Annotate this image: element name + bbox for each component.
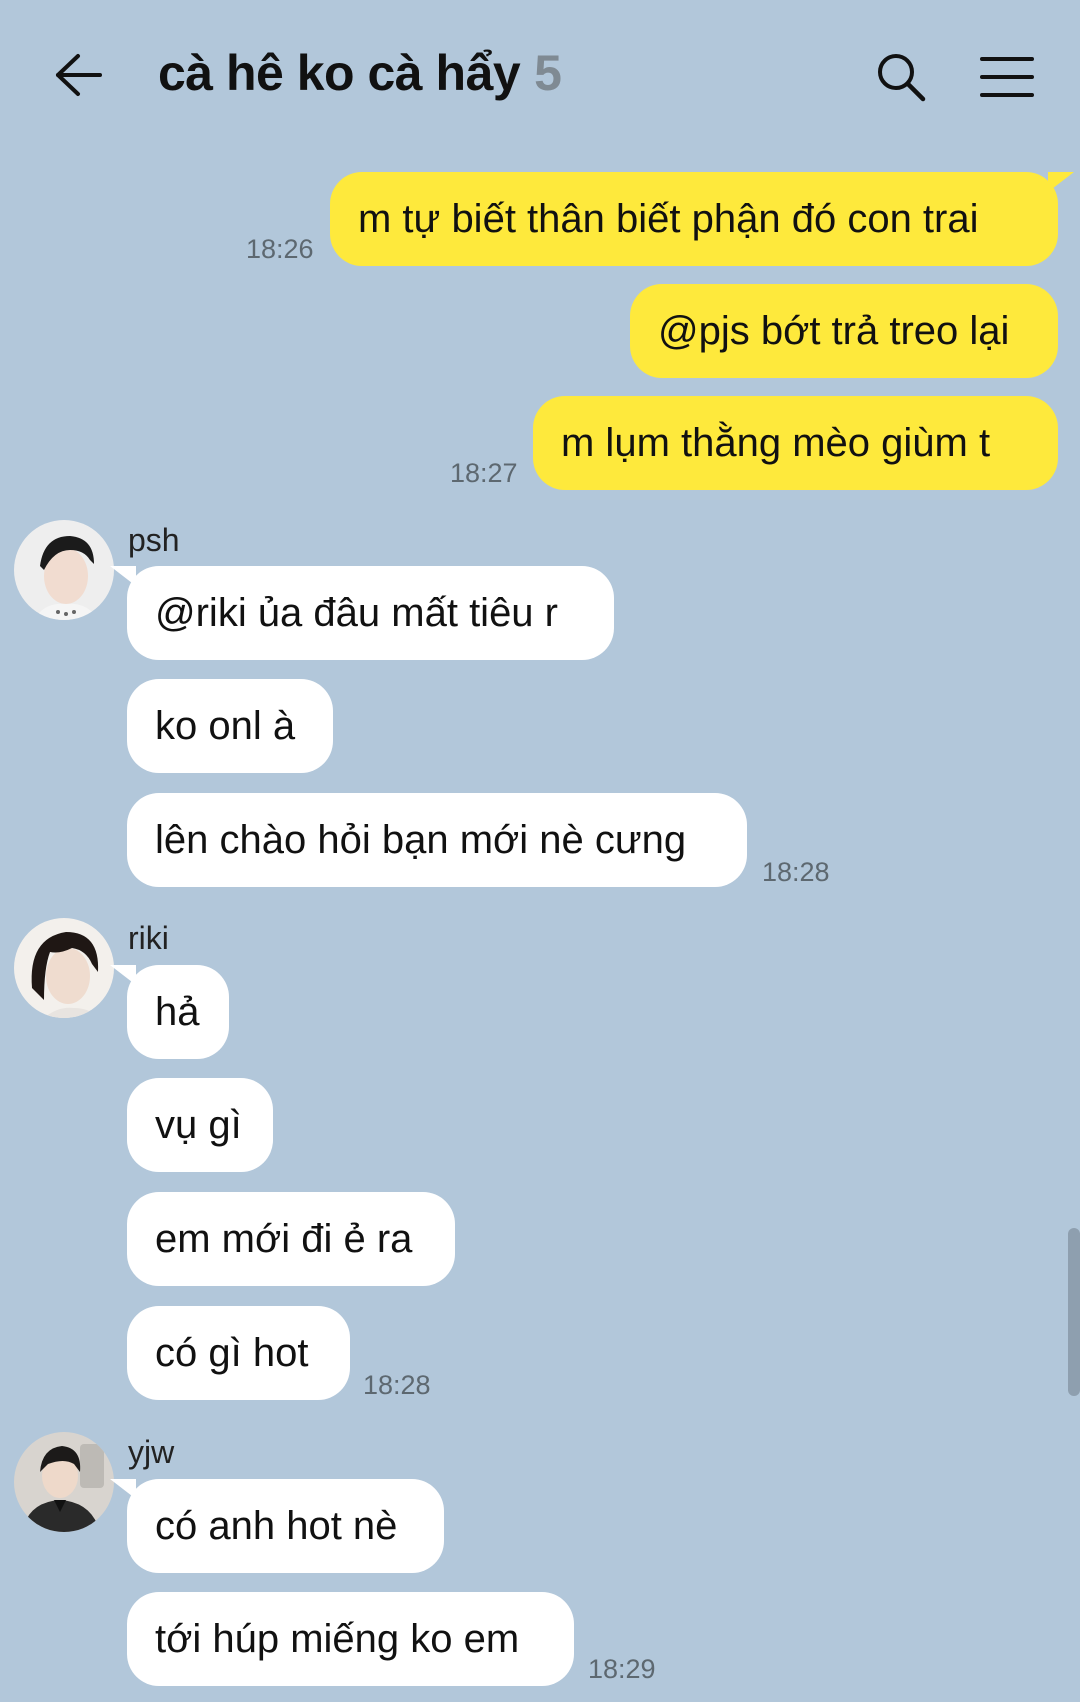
outgoing-message-bubble[interactable]: m tự biết thân biết phận đó con trai bbox=[330, 172, 1058, 266]
arrow-left-icon bbox=[56, 54, 102, 96]
avatar-psh[interactable] bbox=[14, 520, 114, 620]
search-icon bbox=[878, 54, 926, 102]
message-text: có gì hot bbox=[155, 1330, 309, 1375]
bubble-tail bbox=[110, 965, 136, 985]
incoming-message-bubble[interactable]: @riki ủa đâu mất tiêu r bbox=[127, 566, 614, 660]
avatar-yjw[interactable] bbox=[14, 1432, 114, 1532]
incoming-message-bubble[interactable]: tới húp miếng ko em bbox=[127, 1592, 574, 1686]
outgoing-message-bubble[interactable]: @pjs bớt trả treo lại bbox=[630, 284, 1058, 378]
back-button[interactable] bbox=[44, 40, 114, 110]
bubble-tail bbox=[110, 566, 136, 586]
chat-room-name: cà hê ko cà hẩy bbox=[158, 45, 521, 101]
incoming-message-bubble[interactable]: ko onl à bbox=[127, 679, 333, 773]
incoming-message-bubble[interactable]: có gì hot bbox=[127, 1306, 350, 1400]
message-text: ko onl à bbox=[155, 703, 296, 748]
search-button[interactable] bbox=[868, 44, 934, 110]
message-text: tới húp miếng ko em bbox=[155, 1616, 520, 1661]
message-text: @pjs bớt trả treo lại bbox=[658, 308, 1010, 353]
incoming-message-bubble[interactable]: lên chào hỏi bạn mới nè cưng bbox=[127, 793, 747, 887]
timestamp: 18:27 bbox=[450, 458, 518, 488]
outgoing-message-bubble[interactable]: m lụm thằng mèo giùm t bbox=[533, 396, 1058, 490]
member-count: 5 bbox=[534, 45, 562, 101]
message-text: vụ gì bbox=[155, 1102, 242, 1147]
incoming-message-bubble[interactable]: có anh hot nè bbox=[127, 1479, 444, 1573]
chat-title[interactable]: cà hê ko cà hẩy 5 bbox=[158, 44, 562, 108]
message-text: lên chào hỏi bạn mới nè cưng bbox=[155, 817, 687, 862]
timestamp: 18:28 bbox=[762, 857, 830, 887]
avatar-riki[interactable] bbox=[14, 918, 114, 1018]
bubble-tail bbox=[1048, 172, 1074, 192]
incoming-message-bubble[interactable]: hả bbox=[127, 965, 229, 1059]
message-text: em mới đi ẻ ra bbox=[155, 1216, 413, 1261]
message-text: @riki ủa đâu mất tiêu r bbox=[155, 590, 558, 635]
timestamp: 18:28 bbox=[363, 1370, 431, 1400]
scrollbar-thumb[interactable] bbox=[1068, 1228, 1080, 1396]
timestamp: 18:26 bbox=[246, 234, 314, 264]
message-text: có anh hot nè bbox=[155, 1503, 398, 1548]
incoming-message-bubble[interactable]: em mới đi ẻ ra bbox=[127, 1192, 455, 1286]
sender-name: psh bbox=[128, 522, 180, 558]
message-text: m tự biết thân biết phận đó con trai bbox=[358, 196, 979, 241]
chat-header: cà hê ko cà hẩy 5 bbox=[0, 0, 1080, 150]
message-text: m lụm thằng mèo giùm t bbox=[561, 420, 991, 465]
timestamp: 18:29 bbox=[588, 1654, 656, 1684]
menu-button[interactable] bbox=[972, 44, 1042, 110]
sender-name: riki bbox=[128, 920, 169, 956]
message-text: hả bbox=[155, 989, 200, 1034]
sender-name: yjw bbox=[128, 1434, 175, 1470]
hamburger-menu-icon bbox=[980, 57, 1034, 97]
chat-screen: cà hê ko cà hẩy 5 18:26 m tự biết thân b… bbox=[0, 0, 1080, 1702]
incoming-message-bubble[interactable]: vụ gì bbox=[127, 1078, 273, 1172]
bubble-tail bbox=[110, 1479, 136, 1499]
